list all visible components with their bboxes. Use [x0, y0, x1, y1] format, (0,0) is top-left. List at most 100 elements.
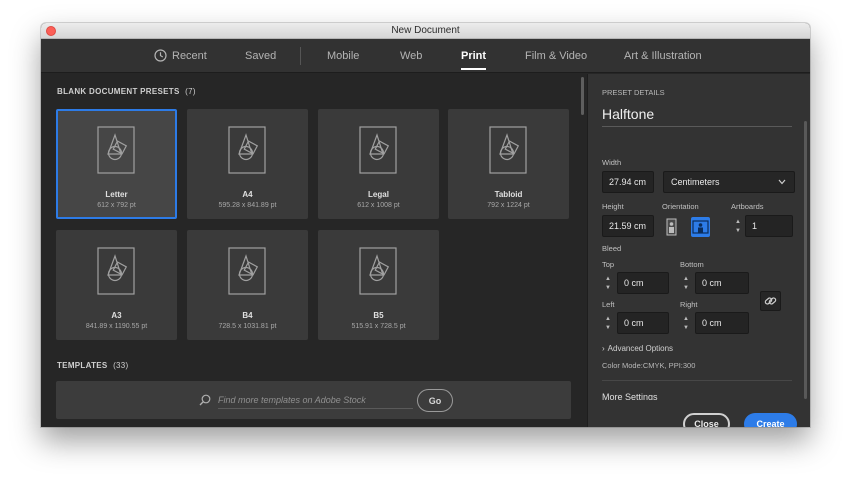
category-tabs: Recent Saved Mobile Web Print Film & Vid…: [41, 39, 810, 73]
close-button[interactable]: Close: [683, 413, 730, 427]
preset-letter[interactable]: Letter 612 x 792 pt: [56, 109, 177, 219]
details-scrollbar[interactable]: [804, 121, 807, 399]
preset-name: A3: [111, 311, 122, 320]
stepper-down-icon[interactable]: ▼: [735, 228, 741, 234]
stepper-down-icon[interactable]: ▼: [605, 325, 611, 331]
presets-scrollbar[interactable]: [581, 77, 584, 115]
preset-size: 612 x 792 pt: [97, 202, 136, 209]
link-icon: [764, 297, 777, 305]
preset-size: 792 x 1224 pt: [487, 202, 530, 209]
document-icon: [97, 247, 135, 295]
bleed-bottom-stepper[interactable]: ▲ ▼: [682, 272, 691, 294]
preset-b4[interactable]: B4 728.5 x 1031.81 pt: [187, 230, 308, 340]
landscape-icon: [692, 220, 709, 234]
stepper-up-icon[interactable]: ▲: [683, 276, 689, 282]
units-value: Centimeters: [671, 177, 720, 187]
tab-recent[interactable]: Recent: [172, 39, 207, 73]
bleed-right-label: Right: [680, 300, 698, 309]
width-label: Width: [602, 158, 622, 167]
preset-name: Legal: [368, 190, 389, 199]
artboards-label: Artboards: [731, 202, 764, 211]
document-icon: [97, 126, 135, 174]
bleed-bottom-field[interactable]: 0 cm: [695, 272, 749, 294]
preset-name: Tabloid: [494, 190, 523, 199]
window-title: New Document: [391, 25, 460, 36]
bleed-top-field[interactable]: 0 cm: [617, 272, 669, 294]
tab-print[interactable]: Print: [461, 39, 487, 73]
preset-size: 728.5 x 1031.81 pt: [218, 323, 277, 330]
title-bar: New Document: [41, 23, 810, 39]
tab-divider: [300, 47, 301, 65]
stepper-up-icon[interactable]: ▲: [605, 276, 611, 282]
artboards-field[interactable]: 1: [745, 215, 793, 237]
chevron-right-icon: ›: [602, 344, 605, 353]
advanced-options-toggle[interactable]: › Advanced Options: [602, 344, 673, 353]
bleed-bottom-label: Bottom: [680, 260, 704, 269]
more-settings-button[interactable]: More Settings: [602, 392, 658, 400]
width-field[interactable]: 27.94 cm: [602, 171, 654, 193]
preset-details-panel: PRESET DETAILS Halftone Width 27.94 cm C…: [587, 74, 810, 427]
preset-name: B4: [242, 311, 253, 320]
preset-a4[interactable]: A4 595.28 x 841.89 pt: [187, 109, 308, 219]
document-icon: [359, 126, 397, 174]
bleed-right-field[interactable]: 0 cm: [695, 312, 749, 334]
stepper-down-icon[interactable]: ▼: [605, 285, 611, 291]
bleed-left-label: Left: [602, 300, 615, 309]
preset-size: 841.89 x 1190.55 pt: [85, 323, 148, 330]
tab-saved[interactable]: Saved: [245, 39, 276, 73]
bleed-left-field[interactable]: 0 cm: [617, 312, 669, 334]
preset-name-field[interactable]: Halftone: [602, 106, 654, 122]
template-search-input[interactable]: [218, 392, 413, 409]
templates-count: (33): [113, 361, 129, 370]
template-search-bar: Go: [56, 381, 571, 419]
bleed-label: Bleed: [602, 244, 622, 253]
tab-web[interactable]: Web: [400, 39, 422, 73]
bleed-top-stepper[interactable]: ▲ ▼: [604, 272, 613, 294]
preset-tabloid[interactable]: Tabloid 792 x 1224 pt: [448, 109, 569, 219]
new-document-dialog: New Document Recent Saved Mobile Web Pri…: [41, 23, 810, 427]
chevron-down-icon: [778, 179, 786, 185]
height-label: Height: [602, 202, 624, 211]
preset-size: 595.28 x 841.89 pt: [218, 202, 277, 209]
units-dropdown[interactable]: Centimeters: [663, 171, 795, 193]
orientation-label: Orientation: [662, 202, 699, 211]
clock-icon: [154, 49, 167, 62]
stepper-up-icon[interactable]: ▲: [605, 316, 611, 322]
search-icon: [199, 394, 211, 406]
create-button[interactable]: Create: [744, 413, 797, 427]
bleed-right-stepper[interactable]: ▲ ▼: [682, 312, 691, 334]
document-icon: [489, 126, 527, 174]
preset-size: 515.91 x 728.5 pt: [351, 323, 406, 330]
bleed-left-stepper[interactable]: ▲ ▼: [604, 312, 613, 334]
go-button[interactable]: Go: [417, 389, 453, 412]
preset-legal[interactable]: Legal 612 x 1008 pt: [318, 109, 439, 219]
presets-count: (7): [185, 87, 196, 96]
stepper-down-icon[interactable]: ▼: [683, 325, 689, 331]
preset-b5[interactable]: B5 515.91 x 728.5 pt: [318, 230, 439, 340]
document-icon: [228, 126, 266, 174]
tab-art-illustration[interactable]: Art & Illustration: [624, 39, 702, 73]
artboards-stepper[interactable]: ▲ ▼: [734, 215, 743, 237]
height-field[interactable]: 21.59 cm: [602, 215, 654, 237]
window-close-button[interactable]: [46, 26, 56, 36]
stepper-up-icon[interactable]: ▲: [683, 316, 689, 322]
document-icon: [228, 247, 266, 295]
stepper-up-icon[interactable]: ▲: [735, 219, 741, 225]
stepper-down-icon[interactable]: ▼: [683, 285, 689, 291]
tab-mobile[interactable]: Mobile: [327, 39, 359, 73]
advanced-options-label: Advanced Options: [607, 344, 674, 353]
link-bleed-button[interactable]: [760, 291, 781, 311]
tab-film-video[interactable]: Film & Video: [525, 39, 587, 73]
name-underline: [602, 126, 792, 127]
color-mode-info: Color Mode:CMYK, PPI:300: [602, 361, 696, 370]
preset-name: A4: [242, 190, 253, 199]
portrait-button[interactable]: [662, 217, 681, 237]
presets-title: BLANK DOCUMENT PRESETS: [57, 87, 180, 96]
templates-title: TEMPLATES: [57, 361, 108, 370]
preset-a3[interactable]: A3 841.89 x 1190.55 pt: [56, 230, 177, 340]
preset-name: B5: [373, 311, 384, 320]
preset-name: Letter: [105, 190, 128, 199]
portrait-icon: [666, 218, 677, 236]
landscape-button[interactable]: [691, 217, 710, 237]
bleed-top-label: Top: [602, 260, 615, 269]
